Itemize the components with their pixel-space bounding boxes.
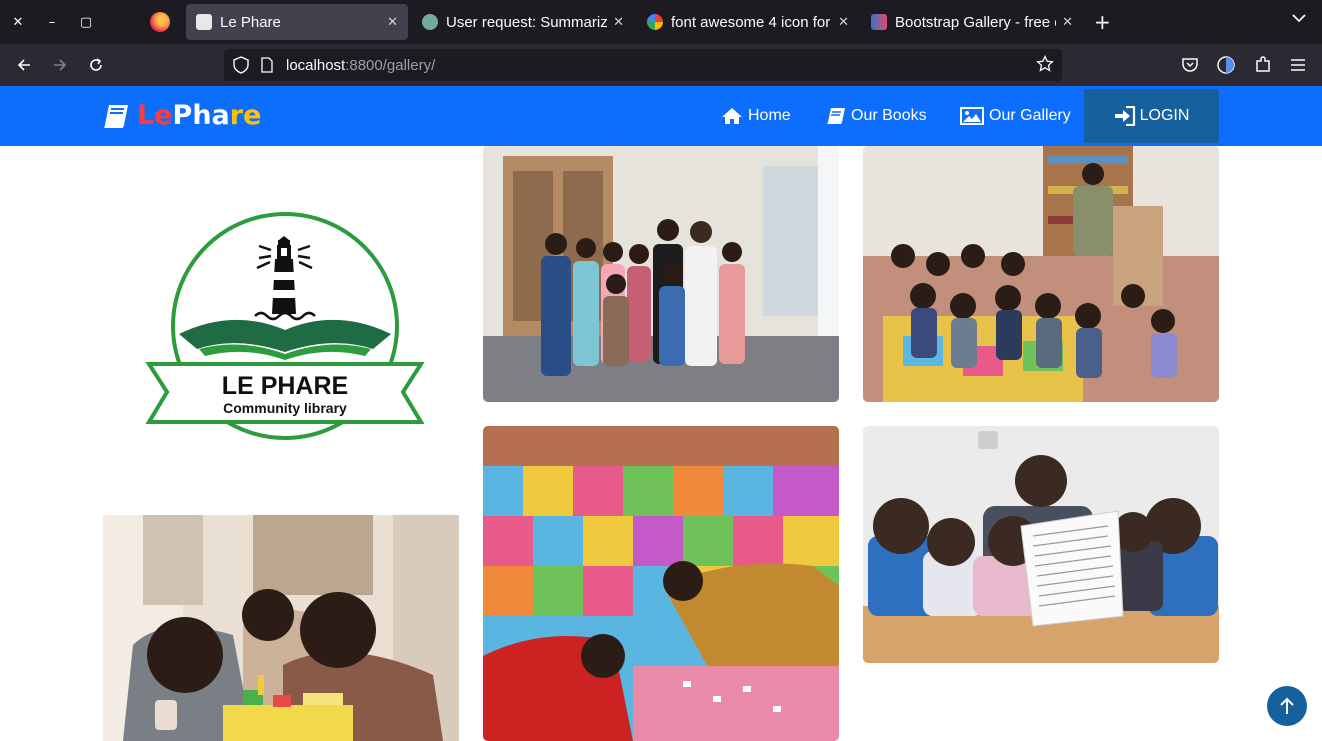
pocket-icon[interactable] [1180,55,1200,75]
tab-title: User request: Summarize [446,13,608,31]
arrow-up-icon [1280,697,1294,714]
book-icon [104,104,128,128]
url-host: localhost [286,56,346,74]
gallery-photo-alphabet-mat[interactable] [483,426,839,741]
gallery-photo-reading[interactable] [863,426,1219,663]
url-path: :8800/gallery/ [345,56,436,74]
firefox-icon [150,12,170,32]
browser-tab-le-phare[interactable]: Le Phare ✕ [186,4,408,40]
image-icon [960,107,984,125]
brand-text-re: re [229,100,262,131]
sign-in-icon [1114,106,1135,126]
page-icon[interactable] [260,57,274,73]
new-tab-icon[interactable]: + [1094,10,1111,34]
mdb-favicon-icon [871,14,887,30]
url-bar[interactable]: localhost:8800/gallery/ [224,49,1062,81]
gallery-photo-story-time[interactable] [863,146,1219,402]
tab-title: Le Phare [220,13,281,31]
window-maximize-icon[interactable]: ▢ [69,0,103,44]
le-phare-favicon-icon [196,14,212,30]
bookmark-star-icon[interactable] [1036,55,1054,73]
extensions-icon[interactable] [1253,55,1273,75]
gallery-photo-group-standing[interactable] [483,146,839,402]
brand-logo[interactable]: Le Pha re [103,100,261,131]
nav-home[interactable]: Home [721,86,791,146]
browser-tab-user-request[interactable]: User request: Summarize ✕ [412,4,634,40]
forward-arrow-icon[interactable] [47,52,73,78]
browser-tab-bar: ✕ – ▢ Le Phare ✕ User request: Summarize… [0,0,1322,44]
nav-home-label: Home [748,107,791,124]
chatgpt-favicon-icon [422,14,438,30]
brand-text-le: Le [137,100,173,131]
url-text[interactable]: localhost:8800/gallery/ [286,57,435,74]
tab-title: Bootstrap Gallery - free e [895,13,1057,31]
account-icon[interactable] [1216,55,1236,75]
le-phare-logo-image[interactable]: LE PHARE Community library [103,146,459,516]
nav-gallery-label: Our Gallery [989,107,1071,124]
tab-close-icon[interactable]: ✕ [613,15,624,30]
window-close-icon[interactable]: ✕ [1,0,35,44]
reload-icon[interactable] [83,52,109,78]
login-label: LOGIN [1139,107,1190,124]
browser-nav-bar: localhost:8800/gallery/ [0,44,1322,86]
tab-close-icon[interactable]: ✕ [387,15,398,30]
photo-gallery: LE PHARE Community library [0,146,1322,741]
nav-books-label: Our Books [851,107,927,124]
book-icon [827,108,845,124]
menu-hamburger-icon[interactable] [1288,55,1308,75]
browser-tab-bootstrap-gallery[interactable]: Bootstrap Gallery - free e ✕ [861,4,1083,40]
window-minimize-icon[interactable]: – [35,0,69,44]
login-button[interactable]: LOGIN [1084,89,1219,143]
brand-text-pha: Pha [172,100,230,131]
tab-close-icon[interactable]: ✕ [1062,15,1073,30]
logo-title: LE PHARE [222,372,348,400]
browser-tab-font-awesome[interactable]: font awesome 4 icon for ✕ [637,4,859,40]
shield-icon[interactable] [232,56,250,74]
nav-our-books[interactable]: Our Books [826,86,927,146]
tab-list-chevron-down-icon[interactable] [1292,12,1306,27]
back-arrow-icon[interactable] [11,52,37,78]
scroll-to-top-button[interactable] [1267,686,1307,726]
google-favicon-icon [647,14,663,30]
nav-our-gallery[interactable]: Our Gallery [960,86,1071,146]
site-header: Le Pha re Home Our Books Our Gallery LOGIN [0,86,1322,146]
tab-close-icon[interactable]: ✕ [838,15,849,30]
gallery-photo-lego[interactable] [103,515,459,741]
logo-subtitle: Community library [223,400,347,416]
tab-title: font awesome 4 icon for [671,13,831,31]
home-icon [722,108,742,124]
